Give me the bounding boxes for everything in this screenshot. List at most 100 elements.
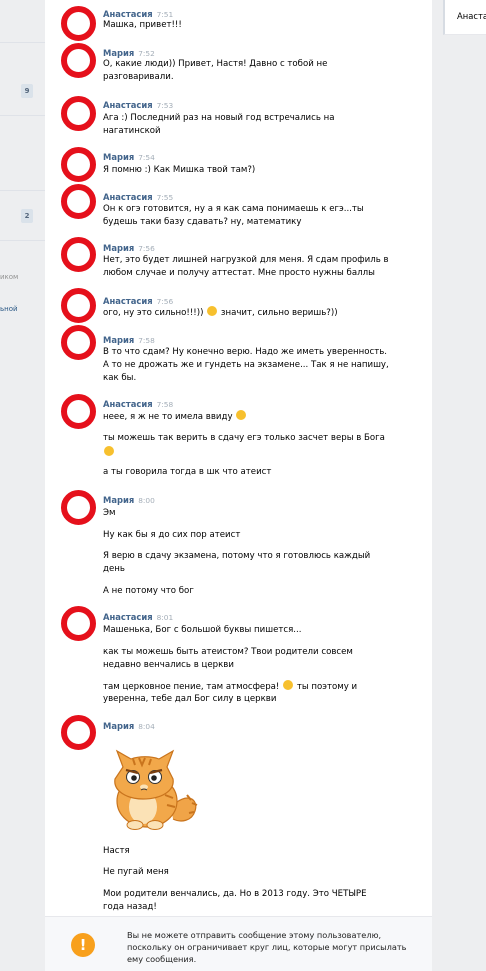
unread-badge[interactable]: 2 <box>21 209 33 223</box>
avatar[interactable] <box>61 715 96 750</box>
sidebar-link-fragment[interactable]: ьной <box>0 305 18 313</box>
message-header: Мария 7:56 <box>103 243 155 254</box>
message-text: ого, ну это сильно!!!)) значит, сильно в… <box>103 306 425 320</box>
message-text: Нет, это будет лишней нагрузкой для меня… <box>103 255 389 265</box>
message-time[interactable]: 7:54 <box>138 153 155 162</box>
message-text: Я помню :) Как Мишка твой там?) <box>103 165 256 175</box>
message-text: любом случае и получу аттестат. Мне прос… <box>103 268 375 278</box>
message-text: Машка, привет!!! <box>103 20 182 30</box>
divider <box>0 115 45 116</box>
message-text: неее, я ж не то имела ввиду <box>103 410 425 424</box>
message-text: В то что сдам? Ну конечно верю. Надо же … <box>103 347 388 357</box>
author-name[interactable]: Мария <box>103 48 134 58</box>
notice-text: Вы не можете отправить сообщение этому п… <box>127 929 417 965</box>
message-time[interactable]: 8:00 <box>138 496 155 505</box>
avatar[interactable] <box>61 184 96 219</box>
sidebar-text-fragment[interactable]: иком <box>0 273 18 281</box>
message-header: Анастасия 7:58 <box>103 399 173 410</box>
notice-line: Вы не можете отправить сообщение этому п… <box>127 930 382 940</box>
author-name[interactable]: Анастасия <box>103 100 153 110</box>
text-part: там церковное пение, там атмосфера! <box>103 682 283 692</box>
author-name[interactable]: Мария <box>103 152 134 162</box>
message-text: Ага :) Последний раз на новый год встреч… <box>103 113 335 123</box>
avatar[interactable] <box>61 325 96 360</box>
message-header: Мария 7:54 <box>103 152 155 163</box>
divider <box>0 190 45 191</box>
message-text: Не пугай меня <box>103 867 169 877</box>
author-name[interactable]: Анастасия <box>103 296 153 306</box>
message-time[interactable]: 7:58 <box>138 336 155 345</box>
grinning-emoji-icon <box>207 306 218 316</box>
avatar[interactable] <box>61 394 96 429</box>
avatar[interactable] <box>61 237 96 272</box>
author-name[interactable]: Анастасия <box>103 399 153 409</box>
message-text: нагатинской <box>103 126 161 136</box>
sticker-cat-icon[interactable] <box>103 737 199 831</box>
message-text: как бы. <box>103 373 137 383</box>
avatar[interactable] <box>61 96 96 131</box>
author-name[interactable]: Анастасия <box>103 192 153 202</box>
message-text: недавно венчались в церкви <box>103 660 234 670</box>
author-name[interactable]: Анастасия <box>103 9 153 19</box>
message-time[interactable]: 7:55 <box>157 193 174 202</box>
divider <box>0 42 45 43</box>
message-header: Мария 8:04 <box>103 721 155 732</box>
warning-icon: ! <box>71 933 95 957</box>
author-name[interactable]: Мария <box>103 495 134 505</box>
message-time[interactable]: 7:53 <box>157 101 174 110</box>
message-text: а ты говорила тогда в шк что атеист <box>103 467 272 477</box>
tongue-emoji-icon <box>236 410 247 420</box>
contact-name[interactable]: Анастасия <box>457 11 486 21</box>
message-text: Мои родители венчались, да. Но в 2013 го… <box>103 889 367 899</box>
text-part: ого, ну это сильно!!!)) <box>103 308 207 318</box>
message-text: разговаривали. <box>103 72 174 82</box>
message-header: Мария 8:00 <box>103 495 155 506</box>
message-text: будешь таки базу сдавать? ну, математику <box>103 217 302 227</box>
avatar[interactable] <box>61 490 96 525</box>
author-name[interactable]: Мария <box>103 335 134 345</box>
message-time[interactable]: 7:56 <box>157 297 174 306</box>
message-text: Ну как бы я до сих пор атеист <box>103 530 241 540</box>
avatar[interactable] <box>61 147 96 182</box>
message-header: Анастасия 7:53 <box>103 100 173 111</box>
message-text: Эм <box>103 508 116 518</box>
message-text: ты можешь так верить в сдачу егэ только … <box>103 433 385 443</box>
text-part: ты поэтому и <box>294 682 358 692</box>
avatar[interactable] <box>61 288 96 323</box>
unread-badge[interactable]: 9 <box>21 84 33 98</box>
smile-emoji-icon <box>283 680 294 690</box>
message-text: как ты можешь быть атеистом? Твои родите… <box>103 647 353 657</box>
message-header: Мария 7:58 <box>103 335 155 346</box>
divider <box>0 240 45 241</box>
message-text: О, какие люди)) Привет, Настя! Давно с т… <box>103 59 328 69</box>
message-header: Анастасия 7:55 <box>103 192 173 203</box>
dialog-tab[interactable]: Анастасия <box>443 0 486 35</box>
message-time[interactable]: 7:56 <box>138 244 155 253</box>
message-time[interactable]: 7:52 <box>138 49 155 58</box>
cannot-message-notice: ! Вы не можете отправить сообщение этому… <box>45 916 432 971</box>
chat-history: Анастасия 7:51 Машка, привет!!! Мария 7:52… <box>45 0 432 971</box>
avatar[interactable] <box>61 43 96 78</box>
message-text: день <box>103 564 125 574</box>
message-header: Анастасия 8:01 <box>103 612 173 623</box>
message-time[interactable]: 8:04 <box>138 722 155 731</box>
message-text: А то не дрожать же и гундеть на экзамене… <box>103 360 389 370</box>
message-text <box>103 446 425 460</box>
notice-line: ему сообщения. <box>127 954 197 964</box>
notice-line: поскольку он ограничивает круг лиц, кото… <box>127 942 407 952</box>
message-time[interactable]: 7:58 <box>157 400 174 409</box>
author-name[interactable]: Мария <box>103 721 134 731</box>
text-part: неее, я ж не то имела ввиду <box>103 412 236 422</box>
message-text: Настя <box>103 846 130 856</box>
message-text: Я верю в сдачу экзамена, потому что я го… <box>103 551 371 561</box>
message-text: года назад! <box>103 902 157 912</box>
avatar[interactable] <box>61 6 96 41</box>
message-time[interactable]: 8:01 <box>157 613 174 622</box>
smirk-emoji-icon <box>104 446 114 456</box>
message-time[interactable]: 7:51 <box>157 10 174 19</box>
text-part: значит, сильно веришь?)) <box>218 308 338 318</box>
message-text: уверенна, тебе дал Бог силу в церкви <box>103 694 277 704</box>
author-name[interactable]: Анастасия <box>103 612 153 622</box>
avatar[interactable] <box>61 606 96 641</box>
author-name[interactable]: Мария <box>103 243 134 253</box>
